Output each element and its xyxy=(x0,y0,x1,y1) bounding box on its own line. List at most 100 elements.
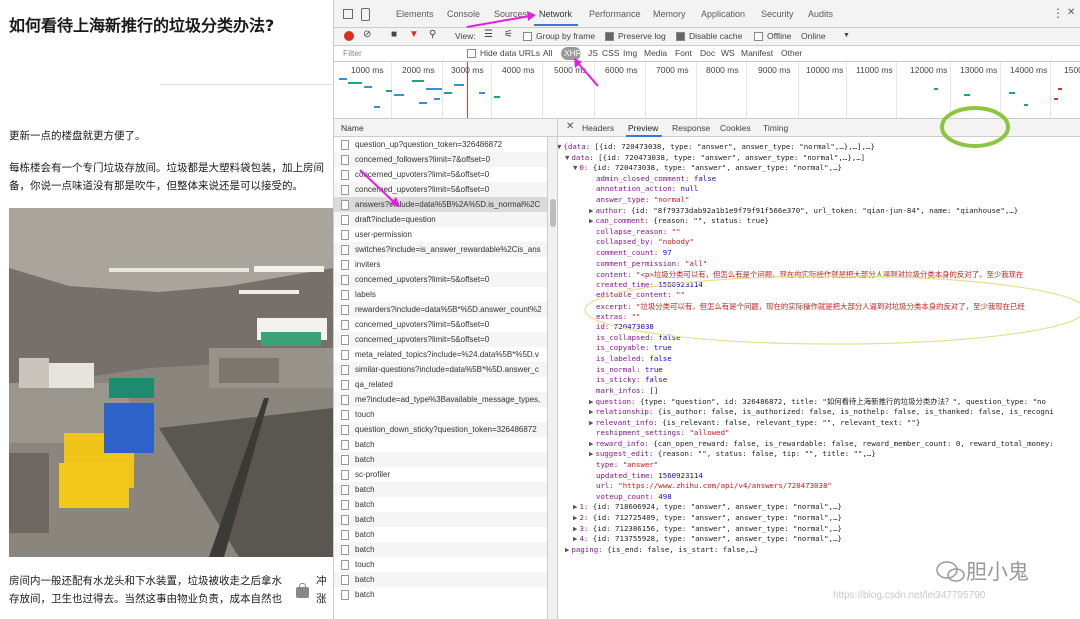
request-row[interactable]: qa_related xyxy=(334,377,547,392)
request-row[interactable]: inviters xyxy=(334,257,547,272)
json-line[interactable]: ▶ relevant_info: {is_relevant: false, rel… xyxy=(589,418,920,427)
request-row[interactable]: meta_related_topics?include=%24.data%5B*… xyxy=(334,347,547,362)
tab-elements[interactable]: Elements xyxy=(396,9,434,19)
request-row[interactable]: switches?include=is_answer_rewardable%2C… xyxy=(334,242,547,257)
request-row[interactable]: answers?include=data%5B%2A%5D.is_normal%… xyxy=(334,197,547,212)
tab-security[interactable]: Security xyxy=(761,9,794,19)
filter-type-js[interactable]: JS xyxy=(588,48,598,58)
json-line[interactable]: ▶ can_comment: {reason: "", status: true} xyxy=(589,216,769,225)
json-line[interactable]: ▶ reward_info: {can_open_reward: false, i… xyxy=(589,439,1054,448)
expand-triangle-icon[interactable]: ▶ xyxy=(565,545,569,554)
filter-input[interactable]: Filter xyxy=(343,48,362,58)
expand-triangle-icon[interactable]: ▶ xyxy=(573,524,577,533)
request-row[interactable]: labels xyxy=(334,287,547,302)
filter-type-xhr[interactable]: XHR xyxy=(564,48,582,58)
expand-triangle-icon[interactable]: ▶ xyxy=(589,216,593,225)
hide-data-urls-checkbox[interactable] xyxy=(467,49,476,58)
search-icon[interactable]: ⚲ xyxy=(429,29,436,40)
request-row[interactable]: question_down_sticky?question_token=3264… xyxy=(334,422,547,437)
json-line[interactable]: ▶ 1: {id: 718606924, type: "answer", answ… xyxy=(573,502,842,511)
json-preview[interactable]: ▼ {data: [{id: 720473038, type: "answer",… xyxy=(558,137,1080,619)
tab-performance[interactable]: Performance xyxy=(589,9,641,19)
collapse-triangle-icon[interactable]: ▼ xyxy=(565,153,569,162)
json-line[interactable]: ▶ 4: {id: 713755928, type: "answer", answ… xyxy=(573,534,842,543)
tab-response[interactable]: Response xyxy=(672,123,710,133)
name-column-header[interactable]: Name xyxy=(334,119,558,137)
filter-type-img[interactable]: Img xyxy=(623,48,637,58)
filter-type-media[interactable]: Media xyxy=(644,48,667,58)
filter-type-font[interactable]: Font xyxy=(675,48,692,58)
filter-type-all[interactable]: All xyxy=(543,48,552,58)
offline-checkbox[interactable] xyxy=(754,32,763,41)
expand-triangle-icon[interactable]: ▶ xyxy=(589,418,593,427)
screenshot-icon[interactable]: ■ xyxy=(391,29,397,40)
request-row[interactable]: concerned_followers?limit=7&offset=0 xyxy=(334,152,547,167)
request-row[interactable]: batch xyxy=(334,572,547,587)
tab-memory[interactable]: Memory xyxy=(653,9,686,19)
json-line[interactable]: ▼ {data: [{id: 720473038, type: "answer",… xyxy=(558,142,875,151)
request-row[interactable]: concerned_upvoters?limit=5&offset=0 xyxy=(334,167,547,182)
tab-sources[interactable]: Sources xyxy=(494,9,527,19)
request-row[interactable]: concerned_upvoters?limit=5&offset=0 xyxy=(334,182,547,197)
request-row[interactable]: sc-profiler xyxy=(334,467,547,482)
expand-triangle-icon[interactable]: ▶ xyxy=(573,513,577,522)
disable-cache-checkbox[interactable] xyxy=(676,32,685,41)
request-row[interactable]: similar-questions?include=data%5B*%5D.an… xyxy=(334,362,547,377)
request-row[interactable]: draft?include=question xyxy=(334,212,547,227)
tab-cookies[interactable]: Cookies xyxy=(720,123,751,133)
tab-audits[interactable]: Audits xyxy=(808,9,833,19)
close-devtools-icon[interactable]: ✕ xyxy=(1067,7,1075,18)
request-row[interactable]: batch xyxy=(334,512,547,527)
expand-triangle-icon[interactable]: ▶ xyxy=(589,439,593,448)
expand-triangle-icon[interactable]: ▶ xyxy=(589,206,593,215)
inspect-element-icon[interactable] xyxy=(343,9,353,19)
json-line[interactable]: ▶ question: {type: "question", id: 326486… xyxy=(589,396,1046,407)
request-row[interactable]: rewarders?include=data%5B*%5D.answer_cou… xyxy=(334,302,547,317)
filter-icon[interactable]: ▼ xyxy=(409,29,419,40)
filter-type-css[interactable]: CSS xyxy=(602,48,619,58)
timeline-overview[interactable]: 1000 ms 2000 ms 3000 ms 4000 ms 5000 ms 6000 … xyxy=(334,62,1080,119)
device-toolbar-icon[interactable] xyxy=(361,8,370,21)
expand-triangle-icon[interactable]: ▶ xyxy=(589,449,593,458)
request-row[interactable]: batch xyxy=(334,452,547,467)
group-by-frame-checkbox[interactable] xyxy=(523,32,532,41)
request-row[interactable]: batch xyxy=(334,587,547,602)
request-row[interactable]: concerned_upvoters?limit=5&offset=0 xyxy=(334,317,547,332)
request-row[interactable]: batch xyxy=(334,542,547,557)
request-row[interactable]: batch xyxy=(334,497,547,512)
filter-type-other[interactable]: Other xyxy=(781,48,802,58)
more-menu-icon[interactable]: ⋮ xyxy=(1052,6,1064,20)
request-row[interactable]: batch xyxy=(334,437,547,452)
tab-console[interactable]: Console xyxy=(447,9,480,19)
filter-type-manifest[interactable]: Manifest xyxy=(741,48,773,58)
request-row[interactable]: question_up?question_token=326486872 xyxy=(334,137,547,152)
expand-triangle-icon[interactable]: ▶ xyxy=(589,407,593,416)
overview-icon[interactable]: ⚟ xyxy=(504,29,513,40)
json-line[interactable]: ▼ 0: {id: 720473038, type: "answer", answ… xyxy=(573,163,842,172)
request-row[interactable]: touch xyxy=(334,407,547,422)
tab-headers[interactable]: Headers xyxy=(582,123,614,133)
request-row[interactable]: batch xyxy=(334,527,547,542)
expand-triangle-icon[interactable]: ▶ xyxy=(573,502,577,511)
json-line[interactable]: ▶ suggest_edit: {reason: "", status: fals… xyxy=(589,449,876,458)
json-line[interactable]: ▼ data: [{id: 720473038, type: "answer", … xyxy=(565,153,865,162)
preserve-log-checkbox[interactable] xyxy=(605,32,614,41)
collapse-triangle-icon[interactable]: ▼ xyxy=(573,163,577,172)
tab-network[interactable]: Network xyxy=(539,9,572,19)
tab-application[interactable]: Application xyxy=(701,9,745,19)
throttle-select[interactable]: Online xyxy=(801,31,826,41)
filter-type-doc[interactable]: Doc xyxy=(700,48,715,58)
request-row[interactable]: user-permission xyxy=(334,227,547,242)
clear-icon[interactable]: ⊘ xyxy=(363,29,371,40)
json-line[interactable]: ▶ author: {id: "8f79373dab92a1b1e9f79f91f… xyxy=(589,206,1018,215)
request-row[interactable]: concerned_upvoters?limit=5&offset=0 xyxy=(334,332,547,347)
collapse-triangle-icon[interactable]: ▼ xyxy=(558,142,561,151)
json-line[interactable]: ▶ 2: {id: 712725409, type: "answer", answ… xyxy=(573,513,842,522)
request-row[interactable]: touch xyxy=(334,557,547,572)
request-row[interactable]: me?include=ad_type%3Bavailable_message_t… xyxy=(334,392,547,407)
json-line[interactable]: ▶ 3: {id: 712386156, type: "answer", answ… xyxy=(573,524,842,533)
json-line[interactable]: ▶ paging: {is_end: false, is_start: false… xyxy=(565,545,758,554)
close-detail-icon[interactable]: ✕ xyxy=(566,121,574,132)
tab-timing[interactable]: Timing xyxy=(763,123,788,133)
request-row[interactable]: concerned_upvoters?limit=5&offset=0 xyxy=(334,272,547,287)
